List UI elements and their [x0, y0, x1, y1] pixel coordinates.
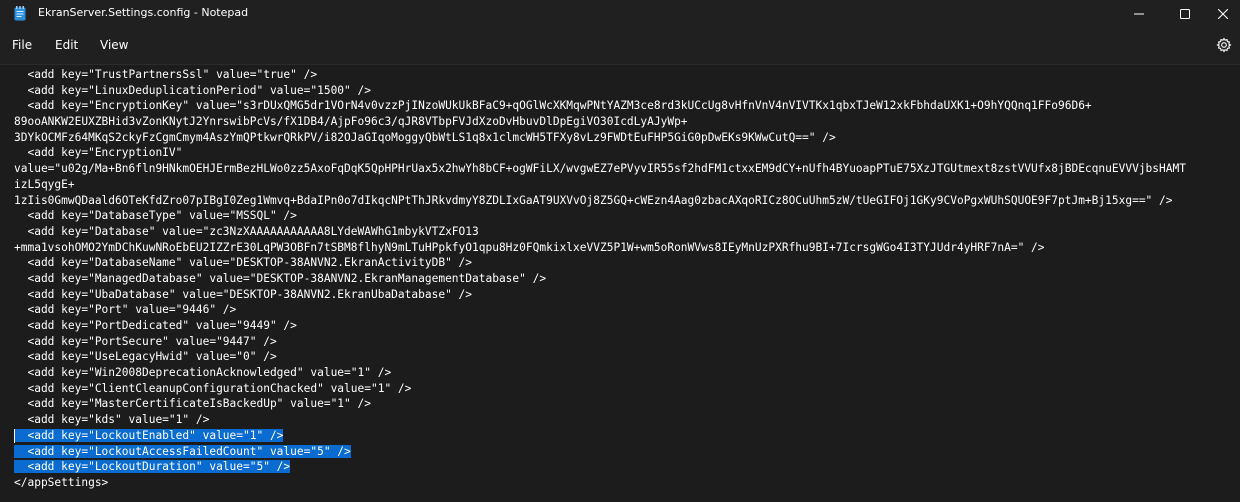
- maximize-icon: [1180, 4, 1190, 23]
- editor-line: <add key="ManagedDatabase" value="DESKTO…: [14, 271, 547, 285]
- editor-line: value="u02g/Ma+Bn6fln9HNkmOEHJErmBezHLWo…: [14, 162, 1186, 176]
- editor-line-selected: <add key="LockoutDuration" value="5" />: [14, 459, 1230, 475]
- editor-line: <add key="LinuxDeduplicationPeriod" valu…: [14, 83, 371, 97]
- selected-text: <add key="LockoutEnabled" value="1" />: [14, 428, 284, 442]
- editor-line: <add key="MasterCertificateIsBackedUp" v…: [14, 397, 371, 411]
- editor-line: 1zIis0GmwQDaald6OTeKfdZro07pIBgI0Zeg1Wmv…: [14, 193, 1173, 207]
- menu-file[interactable]: File: [12, 38, 32, 52]
- editor-line: <add key="TrustPartnersSsl" value="true"…: [14, 68, 318, 81]
- editor-line: izL5qygE+: [14, 177, 75, 191]
- editor-line: <add key="PortDedicated" value="9449" />: [14, 319, 297, 332]
- minimize-icon: [1134, 4, 1144, 23]
- gear-icon[interactable]: [1216, 37, 1232, 53]
- editor-line: <add key="DatabaseName" value="DESKTOP-3…: [14, 256, 473, 270]
- editor-line: +mma1vsohOMO2YmDChKuwNRoEbEU2IZZrE30LqPW…: [14, 240, 1045, 254]
- editor-lines: <add key="TrustPartnersSsl" value="true"…: [14, 67, 1230, 491]
- editor-line-selected: <add key="LockoutEnabled" value="1" />: [14, 428, 1230, 444]
- text-editor[interactable]: <add key="TrustPartnersSsl" value="true"…: [0, 64, 1240, 502]
- notepad-icon: [14, 6, 26, 21]
- editor-line: <add key="ClientCleanupConfigurationChac…: [14, 381, 412, 395]
- window-title: EkranServer.Settings.config - Notepad: [38, 6, 249, 19]
- text-caret: [14, 429, 15, 443]
- editor-line: <add key="Port" value="9446" />: [14, 303, 237, 317]
- menu-view[interactable]: View: [100, 38, 128, 52]
- editor-line: <add key="DatabaseType" value="MSSQL" />: [14, 209, 297, 223]
- menu-bar: File Edit View: [0, 26, 1240, 64]
- editor-line: </appSettings>: [14, 475, 109, 489]
- minimize-button[interactable]: [1116, 0, 1162, 26]
- editor-line: <add key="PortSecure" value="9447" />: [14, 334, 277, 348]
- close-icon: [1217, 4, 1229, 23]
- selected-text: <add key="LockoutDuration" value="5" />: [14, 460, 291, 474]
- editor-line-selected: <add key="LockoutAccessFailedCount" valu…: [14, 444, 1230, 460]
- editor-line: <add key="EncryptionKey" value="s3rDUxQM…: [14, 99, 1092, 113]
- editor-line: <add key="Database" value="zc3NzXAAAAAAA…: [14, 224, 479, 238]
- close-button[interactable]: [1200, 0, 1240, 26]
- editor-line: <add key="kds" value="1" />: [14, 413, 210, 427]
- selected-text: <add key="LockoutAccessFailedCount" valu…: [14, 444, 351, 458]
- editor-line: <add key="EncryptionIV": [14, 146, 183, 160]
- editor-line: <add key="UbaDatabase" value="DESKTOP-38…: [14, 287, 473, 301]
- editor-line: <add key="Win2008DeprecationAcknowledged…: [14, 366, 392, 380]
- menu-edit[interactable]: Edit: [55, 38, 78, 52]
- editor-line: <add key="UseLegacyHwid" value="0" />: [14, 350, 277, 364]
- title-bar[interactable]: EkranServer.Settings.config - Notepad: [0, 0, 1240, 26]
- editor-line: 3DYkOCMFz64MKqS2ckyFzCgmCmym4AszYmQPtkwr…: [14, 130, 836, 144]
- editor-line: 89ooANKW2EUXZBHid3vZonKNytJ2YnrswibPcVs/…: [14, 115, 688, 129]
